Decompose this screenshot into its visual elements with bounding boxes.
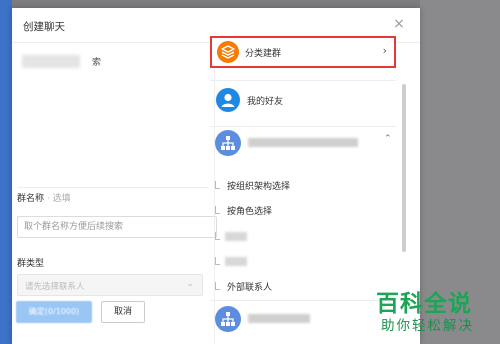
contact-search[interactable]: 索	[16, 52, 106, 72]
organization-name-blurred	[248, 138, 358, 147]
optional-hint: · 选填	[44, 194, 71, 204]
blurred-search-text	[22, 55, 80, 68]
org-chart-icon	[215, 306, 241, 332]
group-name-label: 群名称 · 选填	[17, 191, 71, 204]
background-app-sidebar	[0, 0, 12, 344]
chevron-up-icon: ⌃	[384, 134, 392, 144]
department-item[interactable]	[213, 230, 363, 248]
group-name-label-text: 群名称	[17, 194, 45, 204]
my-friends-item[interactable]: 我的好友	[210, 82, 396, 122]
department-name-blurred	[225, 257, 247, 266]
chevron-right-icon: ›	[382, 44, 387, 57]
watermark-title: 百科全说	[376, 291, 472, 317]
organization-item[interactable]: ⌃	[210, 126, 396, 160]
my-friends-label: 我的好友	[247, 97, 284, 107]
tree-line-icon	[215, 181, 220, 189]
org-chart-icon	[215, 130, 241, 156]
divider	[210, 80, 396, 81]
search-text: 索	[92, 58, 102, 68]
tree-line-icon	[215, 206, 220, 214]
department-name-blurred	[225, 232, 247, 241]
select-by-role-label: 按角色选择	[227, 207, 273, 217]
group-type-select[interactable]: 请先选择联系人 ⌄	[17, 274, 203, 296]
dialog-title: 创建聊天	[23, 21, 65, 33]
department-item[interactable]	[213, 255, 363, 273]
select-by-organization-label: 按组织架构选择	[227, 182, 291, 192]
close-icon[interactable]: ×	[390, 15, 408, 33]
group-name-input[interactable]	[17, 216, 217, 238]
divider	[18, 187, 208, 188]
select-by-organization[interactable]: 按组织架构选择	[213, 179, 363, 197]
tree-line-icon	[215, 257, 220, 265]
watermark-slogan: 助你轻松解决	[381, 318, 474, 334]
tree-line-icon	[215, 232, 220, 240]
create-button[interactable]: 确定(0/1000)	[16, 301, 92, 323]
layers-icon	[217, 41, 239, 63]
organization-item[interactable]	[210, 302, 396, 336]
external-contacts-label: 外部联系人	[227, 283, 273, 293]
chevron-down-icon: ⌄	[186, 279, 194, 289]
external-contacts[interactable]: 外部联系人	[213, 280, 363, 298]
cancel-button[interactable]: 取消	[101, 301, 145, 323]
category-group-label: 分类建群	[245, 49, 282, 59]
organization-name-blurred	[248, 314, 310, 323]
select-by-role[interactable]: 按角色选择	[213, 204, 363, 222]
category-group-button[interactable]: 分类建群 ›	[210, 36, 396, 68]
person-icon	[216, 88, 240, 112]
scrollbar[interactable]	[402, 84, 406, 252]
tree-line-icon	[215, 282, 220, 290]
group-type-placeholder: 请先选择联系人	[25, 282, 85, 292]
watermark: 百科全说 助你轻松解决	[373, 284, 495, 340]
group-type-label: 群类型	[17, 259, 45, 269]
divider	[210, 300, 396, 301]
